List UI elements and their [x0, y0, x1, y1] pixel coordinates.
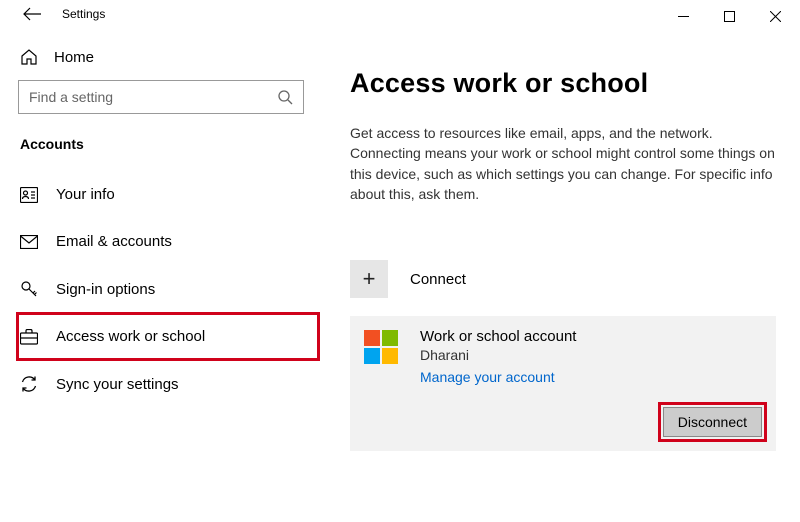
account-title: Work or school account [420, 328, 576, 345]
sidebar-item-sync-settings[interactable]: Sync your settings [18, 361, 318, 407]
connect-label: Connect [410, 271, 466, 288]
sidebar-item-access-work-school[interactable]: Access work or school [18, 314, 318, 359]
sidebar-item-email-accounts[interactable]: Email & accounts [18, 219, 318, 264]
sidebar: Home Accounts Your info Email & accounts [0, 36, 320, 522]
account-subtitle: Dharani [420, 347, 576, 363]
home-label: Home [54, 49, 94, 66]
header: Settings [0, 0, 320, 36]
mail-icon [20, 235, 38, 249]
maximize-button[interactable] [706, 0, 752, 32]
home-icon [20, 48, 38, 66]
sidebar-item-label: Sign-in options [56, 281, 155, 298]
manage-account-link[interactable]: Manage your account [420, 369, 576, 385]
microsoft-logo-icon [364, 330, 398, 364]
search-box[interactable] [18, 80, 304, 114]
window-controls [660, 0, 798, 32]
app-title: Settings [62, 7, 105, 21]
sidebar-item-label: Access work or school [56, 328, 205, 345]
minimize-button[interactable] [660, 0, 706, 32]
home-nav[interactable]: Home [18, 42, 320, 80]
disconnect-button[interactable]: Disconnect [663, 407, 762, 437]
sidebar-item-signin-options[interactable]: Sign-in options [18, 266, 318, 312]
sidebar-item-your-info[interactable]: Your info [18, 172, 318, 217]
connect-button[interactable]: + Connect [350, 260, 776, 298]
briefcase-icon [20, 329, 38, 345]
search-input[interactable] [29, 89, 277, 105]
sidebar-item-label: Email & accounts [56, 233, 172, 250]
key-icon [20, 280, 38, 298]
sync-icon [20, 375, 38, 393]
badge-icon [20, 187, 38, 203]
sidebar-item-label: Sync your settings [56, 376, 179, 393]
section-title: Accounts [18, 134, 320, 172]
plus-icon: + [350, 260, 388, 298]
sidebar-item-label: Your info [56, 186, 115, 203]
page-heading: Access work or school [350, 68, 776, 99]
page-description: Get access to resources like email, apps… [350, 123, 776, 204]
back-icon[interactable] [22, 6, 42, 22]
account-card[interactable]: Work or school account Dharani Manage yo… [350, 316, 776, 451]
search-icon [277, 89, 293, 105]
close-button[interactable] [752, 0, 798, 32]
main-panel: Access work or school Get access to reso… [320, 36, 800, 522]
